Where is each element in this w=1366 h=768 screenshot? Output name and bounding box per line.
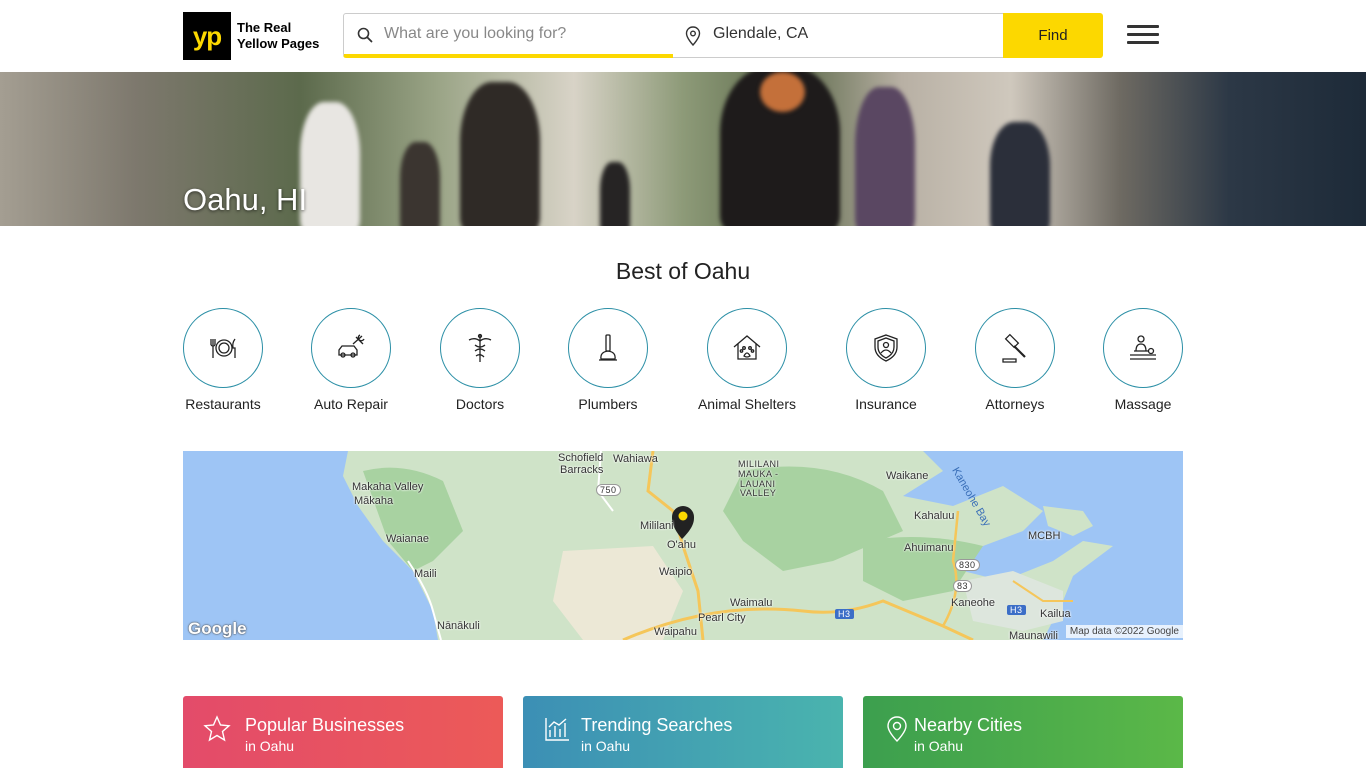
map-label: Schofield [558, 452, 604, 464]
highway-shield-h3: H3 [1007, 605, 1026, 615]
category-massage[interactable]: Massage [1083, 308, 1203, 412]
best-of-title: Best of Oahu [615, 258, 751, 284]
caduceus-icon [468, 333, 492, 362]
map-label: Pearl City [698, 612, 746, 624]
category-circle [568, 308, 648, 388]
gavel-icon [1002, 333, 1026, 363]
find-button[interactable]: Find [1003, 13, 1103, 58]
popular-businesses-card[interactable]: Popular Businesses in Oahu [183, 696, 503, 768]
card-subtitle: in Oahu [914, 738, 964, 754]
location-input[interactable] [713, 14, 993, 54]
category-restaurants[interactable]: Restaurants [163, 308, 283, 412]
map-label: Waipio [659, 566, 693, 578]
map-label: Mākaha [354, 495, 394, 507]
category-label: Attorneys [985, 396, 1045, 412]
search-where-box [673, 13, 1004, 58]
restaurant-icon [210, 338, 236, 358]
nearby-cities-card[interactable]: Nearby Cities in Oahu [863, 696, 1183, 768]
map-label: Waipahu [654, 626, 698, 638]
category-circle [846, 308, 926, 388]
category-insurance[interactable]: Insurance [826, 308, 946, 412]
card-subtitle: in Oahu [245, 738, 295, 754]
category-attorneys[interactable]: Attorneys [955, 308, 1075, 412]
auto-repair-icon [338, 334, 365, 358]
highway-shield-830: 830 [955, 559, 980, 571]
category-auto-repair[interactable]: Auto Repair [291, 308, 411, 412]
map-label: VALLEY [740, 488, 777, 498]
map-label: Waikane [886, 470, 929, 482]
map-pin-icon [685, 26, 701, 46]
map-label: Wahiawa [613, 453, 658, 465]
map-label: Makaha Valley [352, 481, 424, 493]
star-icon [203, 715, 231, 742]
yp-logo[interactable]: yp The Real Yellow Pages [183, 12, 319, 60]
city-title: Oahu, HI [183, 182, 308, 217]
map-label: MILILANI [738, 459, 780, 469]
map-label: Maili [414, 568, 437, 580]
category-label: Animal Shelters [697, 396, 797, 412]
card-title: Trending Searches [581, 715, 733, 735]
map-label: Waianae [386, 533, 430, 545]
category-label: Plumbers [578, 396, 638, 412]
search-icon [357, 27, 373, 43]
city-map[interactable]: Schofield Barracks Wahiawa MILILANI MAUK… [183, 451, 1183, 640]
hamburger-menu-icon[interactable] [1127, 25, 1159, 47]
category-label: Massage [1114, 396, 1172, 412]
card-title: Popular Businesses [245, 715, 405, 735]
animal-shelter-icon [733, 335, 761, 360]
category-circle [1103, 308, 1183, 388]
map-label: Ahuimanu [904, 542, 954, 554]
google-logo[interactable]: Google [188, 619, 247, 639]
search-what-box [343, 13, 674, 58]
map-label: Barracks [560, 464, 604, 476]
location-pin-icon [887, 716, 907, 742]
category-circle [440, 308, 520, 388]
map-label: Kahaluu [914, 510, 955, 522]
plunger-icon [599, 334, 617, 361]
category-label: Auto Repair [314, 396, 388, 412]
highway-shield-h3: H3 [835, 609, 854, 619]
logo-line-1: The Real [237, 20, 292, 35]
trending-searches-card[interactable]: Trending Searches in Oahu [523, 696, 843, 768]
category-label: Insurance [855, 396, 917, 412]
category-circle [975, 308, 1055, 388]
category-circle [183, 308, 263, 388]
map-label: MAUKA - [738, 469, 779, 479]
category-plumbers[interactable]: Plumbers [548, 308, 668, 412]
shield-icon [874, 334, 898, 362]
category-label: Doctors [455, 396, 505, 412]
map-label: Kaneohe [951, 597, 996, 609]
highway-shield-750: 750 [596, 484, 621, 496]
map-label: Mililani [640, 520, 674, 532]
category-doctors[interactable]: Doctors [420, 308, 540, 412]
logo-line-2: Yellow Pages [237, 36, 320, 51]
category-animal-shelters[interactable]: Animal Shelters [687, 308, 807, 412]
map-label: O'ahu [667, 539, 697, 551]
map-label: Nānākuli [437, 620, 480, 632]
massage-icon [1130, 335, 1156, 360]
search-input[interactable] [384, 14, 664, 54]
yp-logo-mark: yp [183, 12, 231, 60]
category-circle [707, 308, 787, 388]
hero-banner: Oahu, HI [0, 72, 1366, 226]
category-circle [311, 308, 391, 388]
trending-chart-icon [545, 718, 569, 741]
category-label: Restaurants [185, 396, 261, 412]
map-label: Kailua [1040, 608, 1071, 620]
card-title: Nearby Cities [914, 715, 1023, 735]
map-label: Maunawili [1009, 630, 1058, 640]
card-subtitle: in Oahu [581, 738, 631, 754]
map-label: MCBH [1028, 530, 1061, 542]
site-header: yp The Real Yellow Pages Find [0, 0, 1366, 72]
highway-shield-83: 83 [953, 580, 973, 592]
map-attribution[interactable]: Map data ©2022 Google [1065, 625, 1183, 638]
yp-logo-text: The Real Yellow Pages [237, 20, 319, 52]
map-label: Waimalu [730, 597, 773, 609]
